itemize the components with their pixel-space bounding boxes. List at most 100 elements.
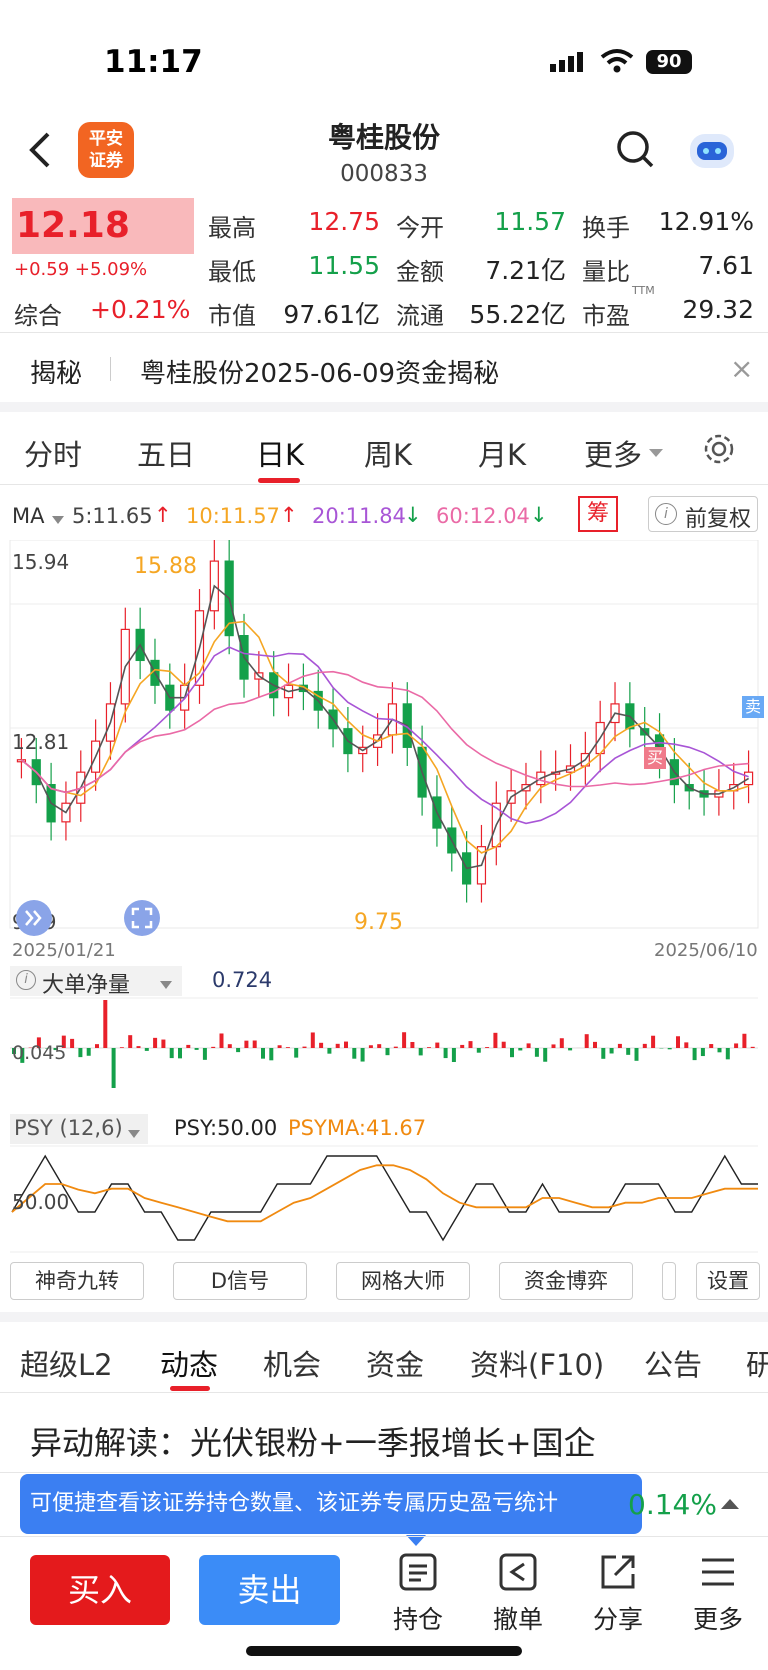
big-order-label: 大单净量 — [42, 973, 131, 998]
sell-button[interactable]: 卖出 — [199, 1555, 340, 1625]
quote-label: 换手 — [582, 214, 630, 242]
low-mark: 9.75 — [354, 910, 403, 935]
dropdown-icon — [648, 444, 664, 463]
home-indicator — [246, 1646, 522, 1656]
divider — [0, 1392, 768, 1393]
divider — [0, 484, 768, 485]
buy-button[interactable]: 买入 — [30, 1555, 170, 1625]
ma20-value: 20:11.84 — [312, 504, 406, 528]
buy-tag: 买 — [644, 747, 666, 769]
fullscreen-icon[interactable] — [124, 900, 160, 936]
kline-chart[interactable] — [0, 540, 768, 940]
tool-fund-game[interactable]: 资金博弈 — [499, 1262, 633, 1300]
psy-selector[interactable]: PSY (12,6) — [10, 1114, 148, 1144]
section-gap — [0, 1312, 768, 1322]
tab-opportunity[interactable]: 机会 — [263, 1342, 321, 1384]
news-headline[interactable]: 异动解读：光伏银粉+一季报增长+国企 — [30, 1418, 596, 1464]
ma60-value: 60:12.04 — [436, 504, 530, 528]
price-change: +0.59 +5.09% — [14, 259, 148, 280]
y-axis-top: 15.94 — [12, 550, 70, 574]
more-label[interactable]: 更多 — [673, 1600, 763, 1636]
tab-more[interactable]: 更多 — [584, 432, 642, 474]
big-order-axis: 0.045 — [12, 1042, 67, 1064]
info-icon: i — [16, 970, 36, 990]
share-label[interactable]: 分享 — [573, 1600, 663, 1636]
tab-five-day[interactable]: 五日 — [137, 432, 195, 474]
more-menu-icon[interactable] — [698, 1552, 738, 1596]
quote-value: 12.91% — [658, 207, 754, 236]
holdings-icon[interactable] — [398, 1552, 438, 1596]
close-icon[interactable]: × — [730, 352, 753, 385]
divider — [0, 1536, 768, 1537]
tab-monthly-k[interactable]: 月K — [478, 432, 526, 474]
status-time: 11:17 — [104, 44, 203, 80]
notice-text[interactable]: 粤桂股份2025-06-09资金揭秘 — [140, 353, 499, 390]
psyma-value: PSYMA:41.67 — [288, 1116, 427, 1140]
quote-label: 流通 — [396, 302, 444, 330]
tab-research[interactable]: 研 — [746, 1342, 768, 1384]
tab-dynamics[interactable]: 动态 — [160, 1342, 218, 1384]
quote-label: 今开 — [396, 214, 444, 242]
ma5-value: 5:11.65 — [72, 504, 153, 528]
tab-timeshare[interactable]: 分时 — [24, 432, 82, 474]
big-order-selector[interactable]: i 大单净量 — [10, 966, 182, 998]
y-axis-mid: 12.81 — [12, 730, 70, 754]
quote-label: 最低 — [208, 258, 256, 286]
composite-label: 综合 — [14, 302, 62, 330]
tab-super-l2[interactable]: 超级L2 — [20, 1342, 113, 1384]
tab-weekly-k[interactable]: 周K — [364, 432, 412, 474]
big-order-chart — [10, 997, 758, 1088]
ma10-value: 10:11.57 — [186, 504, 280, 528]
settings-gear-icon[interactable] — [702, 432, 736, 470]
psy-label: PSY (12,6) — [14, 1116, 123, 1140]
notice-label: 揭秘 — [30, 359, 83, 389]
expand-up-icon[interactable] — [720, 1496, 740, 1515]
quote-value: 12.75 — [308, 207, 380, 236]
wifi-icon — [600, 48, 634, 78]
quote-value: 11.55 — [308, 251, 380, 280]
composite-value: +0.21% — [90, 295, 191, 324]
adjust-button[interactable]: i 前复权 — [648, 496, 758, 532]
tool-more-peek[interactable] — [662, 1262, 676, 1300]
tab-daily-k[interactable]: 日K — [256, 432, 304, 474]
divider — [0, 332, 768, 333]
ma-selector[interactable]: MA — [12, 504, 44, 528]
tool-magic-nine[interactable]: 神奇九转 — [10, 1262, 144, 1300]
tab-announcements[interactable]: 公告 — [644, 1342, 702, 1384]
ma20-down-arrow: ↓ — [404, 503, 422, 527]
kline-candles — [16, 540, 754, 903]
tool-d-signal[interactable]: D信号 — [173, 1262, 307, 1300]
quote-value: 29.32 — [682, 295, 754, 324]
ma10-up-arrow: ↑ — [280, 503, 298, 527]
adjust-label: 前复权 — [685, 507, 752, 532]
section-gap — [0, 402, 768, 412]
tab-active-indicator — [258, 478, 300, 483]
cancel-order-label[interactable]: 撤单 — [473, 1600, 563, 1636]
tab-f10[interactable]: 资料(F10) — [470, 1342, 604, 1384]
tab-active-indicator — [170, 1386, 210, 1391]
date-start: 2025/01/21 — [12, 940, 116, 961]
date-end: 2025/06/10 — [654, 940, 758, 961]
dropdown-icon — [128, 1124, 140, 1143]
tooltip-pointer — [406, 1532, 426, 1551]
tool-grid-master[interactable]: 网格大师 — [336, 1262, 470, 1300]
ma5-up-arrow: ↑ — [154, 503, 172, 527]
kline-ma-lines — [20, 584, 750, 870]
holding-tooltip[interactable]: 可便捷查看该证券持仓数量、该证券专属历史盈亏统计 — [20, 1474, 642, 1534]
signal-icon — [550, 50, 590, 78]
holdings-label[interactable]: 持仓 — [373, 1600, 463, 1636]
psy-value: PSY:50.00 — [174, 1116, 278, 1140]
tool-settings[interactable]: 设置 — [696, 1262, 760, 1300]
tab-funds[interactable]: 资金 — [366, 1342, 424, 1384]
quote-label: 量比 — [582, 258, 630, 286]
scroll-left-icon[interactable] — [16, 900, 52, 936]
quote-label: 市值 — [208, 302, 256, 330]
battery-indicator: 90 — [646, 50, 692, 74]
assistant-robot-icon[interactable] — [686, 128, 738, 178]
cancel-order-icon[interactable] — [498, 1552, 538, 1596]
search-icon[interactable] — [616, 130, 656, 174]
chip-distribution-button[interactable]: 筹 — [578, 496, 618, 532]
share-icon[interactable] — [598, 1552, 638, 1596]
quote-label: 市盈 — [582, 302, 630, 330]
notice-divider — [110, 357, 111, 381]
